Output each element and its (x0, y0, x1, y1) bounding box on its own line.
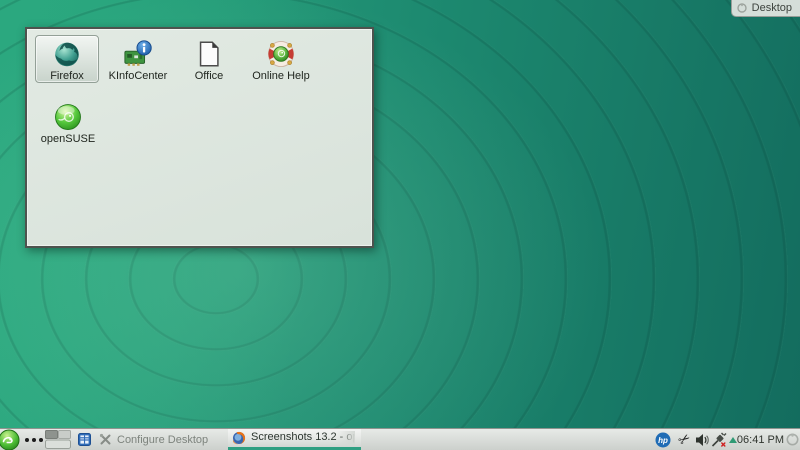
desktop-icon-firefox[interactable]: Firefox (35, 35, 99, 83)
panel-dot[interactable] (39, 438, 43, 442)
online-help-icon (265, 39, 297, 69)
crossed-tools-icon (99, 433, 112, 446)
desktop-pager[interactable] (45, 430, 71, 449)
opensuse-icon (52, 102, 84, 132)
icon-label: openSUSE (41, 133, 95, 145)
desktop-root: Desktop Firefox (0, 0, 800, 450)
icon-label: Online Help (252, 70, 309, 82)
icon-label: Firefox (50, 70, 84, 82)
cashew-icon (737, 3, 747, 13)
firefox-icon (51, 39, 83, 69)
task-screenshots-firefox[interactable]: Screenshots 13.2 - openSUSE (228, 429, 361, 450)
toolbox-label: Desktop (752, 2, 792, 14)
task-label: Configure Desktop (117, 434, 208, 446)
kinfocenter-icon (122, 39, 154, 69)
desktop-icon-online-help[interactable]: Online Help (249, 35, 313, 83)
firefox-icon (232, 431, 246, 445)
tray-expander-up-arrow-icon[interactable] (729, 437, 737, 443)
libreoffice-icon (193, 39, 225, 69)
icon-label: Office (195, 70, 224, 82)
icon-label: KInfoCenter (109, 70, 168, 82)
desktop-toolbox-button[interactable]: Desktop (731, 0, 800, 17)
panel-dot[interactable] (32, 438, 36, 442)
panel-dot[interactable] (25, 438, 29, 442)
klipper-scissors-icon[interactable]: ✂ (673, 428, 695, 450)
taskbar-panel: Configure Desktop Screenshots 13.2 - ope… (0, 428, 800, 450)
hp-logo-icon[interactable]: hp (655, 432, 671, 448)
volume-icon[interactable] (695, 433, 709, 447)
desktop-icon-opensuse[interactable]: openSUSE (36, 98, 100, 146)
folder-view-widget: Firefox KInfoCenter (25, 27, 374, 248)
quicklaunch-icon[interactable] (78, 433, 91, 446)
cashew-icon[interactable] (786, 433, 799, 446)
desktop-icon-kinfocenter[interactable]: KInfoCenter (106, 35, 170, 83)
desktop-icon-office[interactable]: Office (177, 35, 241, 83)
svg-text:hp: hp (658, 436, 668, 445)
panel-clock[interactable]: 06:41 PM (737, 434, 784, 446)
task-configure-desktop[interactable]: Configure Desktop (95, 429, 215, 450)
network-disconnected-icon[interactable] (711, 432, 727, 448)
task-label: Screenshots 13.2 - openSUSE (251, 431, 355, 443)
opensuse-geeko-icon[interactable] (0, 429, 20, 450)
